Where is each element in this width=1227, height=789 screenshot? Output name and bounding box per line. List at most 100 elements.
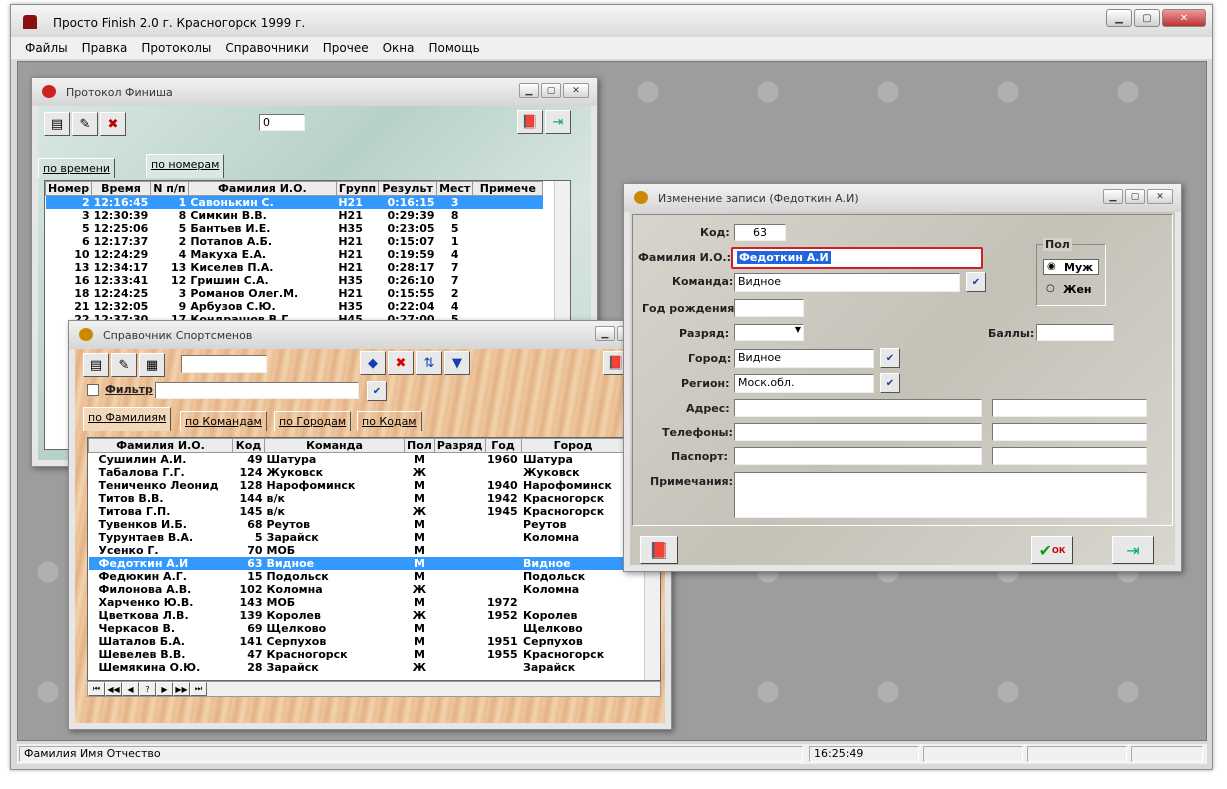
book-icon[interactable]: 📕 xyxy=(517,110,543,134)
menu-help[interactable]: Помощь xyxy=(429,41,480,55)
maximize-button[interactable]: ▢ xyxy=(1134,9,1160,27)
notes-field[interactable] xyxy=(734,472,1147,518)
sportsmen-row[interactable]: Тувенков И.Б. 68 Реутов М Реутов xyxy=(89,518,626,531)
city-field[interactable]: Видное xyxy=(734,349,874,368)
finish-col-header[interactable]: Результ xyxy=(378,181,438,196)
minimize-button[interactable]: ▁ xyxy=(1106,9,1132,27)
finish-col-header[interactable]: N п/п xyxy=(149,181,189,196)
exit-icon[interactable]: ⇥ xyxy=(545,110,571,134)
sportsmen-row[interactable]: Титова Г.П. 145 в/к Ж 1945 Красногорск xyxy=(89,505,626,518)
sportsmen-row[interactable]: Цветкова Л.В. 139 Королев Ж 1952 Королев xyxy=(89,609,626,622)
diamond-icon[interactable]: ◆ xyxy=(360,351,386,375)
sportsmen-row[interactable]: Тениченко Леонид 128 Нарофоминск М 1940 Нароф… xyxy=(89,479,626,492)
finish-row[interactable]: 6 12:17:37 2 Потапов А.Б. H21 0:15:07 1 xyxy=(46,235,543,248)
sportsmen-row[interactable]: Усенко Г. 70 МОБ М xyxy=(89,544,626,557)
finish-close-button[interactable]: ✕ xyxy=(563,83,589,98)
filter-apply-icon[interactable]: ✔ xyxy=(367,381,387,401)
nav-button[interactable]: ◀◀ xyxy=(105,682,122,696)
phones-field-1[interactable] xyxy=(734,423,982,441)
menu-files[interactable]: Файлы xyxy=(25,41,68,55)
finish-col-header[interactable]: Время xyxy=(91,181,151,196)
sportsmen-grid[interactable]: Фамилия И.О. Код Команда Пол Разряд Год Город … xyxy=(87,437,661,681)
search-input[interactable] xyxy=(181,355,267,373)
sportsmen-row[interactable]: Титов В.В. 144 в/к М 1942 Красногорск xyxy=(89,492,626,505)
nav-button[interactable]: ⏮ xyxy=(88,682,105,696)
sportsmen-row[interactable]: Турунтаев В.А. 5 Зарайск М Коломна xyxy=(89,531,626,544)
finish-maximize-button[interactable]: ▢ xyxy=(541,83,561,98)
filter-checkbox[interactable] xyxy=(87,384,99,396)
nav-button[interactable]: ? xyxy=(139,682,156,696)
finish-row[interactable]: 13 12:34:17 13 Киселев П.А. H21 0:28:17 7 xyxy=(46,261,543,274)
team-lookup-icon[interactable]: ✔ xyxy=(966,272,986,292)
edit-exit-icon[interactable]: ⇥ xyxy=(1112,536,1154,564)
sportsmen-col-header[interactable]: Год xyxy=(484,438,522,453)
sportsmen-row[interactable]: Федоткин А.И 63 Видное М Видное xyxy=(88,557,626,570)
tab-by-code[interactable]: по Кодам xyxy=(357,411,422,431)
sex-male-radio[interactable]: ◉ Муж xyxy=(1043,259,1099,275)
sportsmen-col-header[interactable]: Команда xyxy=(264,438,405,453)
nav-button[interactable]: ⏭ xyxy=(190,682,207,696)
sportsmen-col-header[interactable]: Город xyxy=(520,438,626,453)
nav-button[interactable]: ◀ xyxy=(122,682,139,696)
tab-by-city[interactable]: по Городам xyxy=(274,411,352,431)
new-record-icon[interactable]: ▤ xyxy=(44,112,70,136)
delete-record-icon[interactable]: ✖ xyxy=(100,112,126,136)
sex-female-radio[interactable]: ○ Жен xyxy=(1043,282,1099,298)
code-field[interactable]: 63 xyxy=(734,224,786,241)
sort-icon[interactable]: ⇅ xyxy=(416,351,442,375)
nav-button[interactable]: ▶▶ xyxy=(173,682,190,696)
city-lookup-icon[interactable]: ✔ xyxy=(880,348,900,368)
finish-row[interactable]: 18 12:24:25 3 Романов Олег.М. H21 0:15:55 2 xyxy=(46,287,543,300)
finish-col-header[interactable]: Номер xyxy=(45,181,93,196)
edit-book-icon[interactable]: 📕 xyxy=(640,536,678,564)
points-field[interactable] xyxy=(1036,324,1114,341)
finish-col-header[interactable]: Групп xyxy=(335,181,380,196)
add-sportsman-icon[interactable]: ▤ xyxy=(83,353,109,377)
sportsmen-col-header[interactable]: Пол xyxy=(404,438,435,453)
region-lookup-icon[interactable]: ✔ xyxy=(880,373,900,393)
sportsmen-row[interactable]: Харченко Ю.В. 143 МОБ М 1972 xyxy=(89,596,626,609)
close-button[interactable]: ✕ xyxy=(1162,9,1206,27)
remove-icon[interactable]: ✖ xyxy=(388,351,414,375)
sportsmen-col-header[interactable]: Разряд xyxy=(433,438,486,453)
finish-row[interactable]: 10 12:24:29 4 Макуха Е.А. H21 0:19:59 4 xyxy=(46,248,543,261)
menu-other[interactable]: Прочее xyxy=(323,41,369,55)
name-field[interactable]: Федоткин А.И xyxy=(731,247,983,269)
sportsmen-col-header[interactable]: Код xyxy=(232,438,265,453)
menu-edit[interactable]: Правка xyxy=(82,41,128,55)
nav-button[interactable]: ▶ xyxy=(156,682,173,696)
tab-by-time[interactable]: по времени xyxy=(38,158,116,178)
menu-protocols[interactable]: Протоколы xyxy=(141,41,211,55)
finish-col-header[interactable]: Фамилия И.О. xyxy=(187,181,337,196)
tab-by-number[interactable]: по номерам xyxy=(146,154,225,178)
finish-row[interactable]: 21 12:32:05 9 Арбузов С.Ю. H35 0:22:04 4 xyxy=(46,300,543,313)
counter-field[interactable]: 0 xyxy=(259,114,305,131)
sportsmen-row[interactable]: Филонова А.В. 102 Коломна Ж Коломна xyxy=(89,583,626,596)
ok-button[interactable]: ✔ ОК xyxy=(1031,536,1073,564)
edit-record-icon[interactable]: ✎ xyxy=(72,112,98,136)
sportsmen-row[interactable]: Федюкин А.Г. 15 Подольск М Подольск xyxy=(89,570,626,583)
tab-by-team[interactable]: по Командам xyxy=(180,411,267,431)
sportsmen-row[interactable]: Табалова Г.Г. 124 Жуковск Ж Жуковск xyxy=(89,466,626,479)
team-field[interactable]: Видное xyxy=(734,273,960,292)
finish-row[interactable]: 5 12:25:06 5 Бантьев И.Е. H35 0:23:05 5 xyxy=(46,222,543,235)
finish-row[interactable]: 16 12:33:41 12 Гришин С.А. H35 0:26:10 7 xyxy=(46,274,543,287)
sportsmen-row[interactable]: Шемякина О.Ю. 28 Зарайск Ж Зарайск xyxy=(89,661,626,674)
edit-maximize-button[interactable]: ▢ xyxy=(1125,189,1145,204)
sportsmen-row[interactable]: Шевелев В.В. 47 Красногорск М 1955 Красногорс… xyxy=(89,648,626,661)
edit-close-button[interactable]: ✕ xyxy=(1147,189,1173,204)
sportsmen-row[interactable]: Шаталов Б.А. 141 Серпухов М 1951 Серпухов xyxy=(89,635,626,648)
rank-select[interactable]: ▼ xyxy=(734,324,804,341)
edit-minimize-button[interactable]: ▁ xyxy=(1103,189,1123,204)
filter-icon[interactable]: ▼ xyxy=(444,351,470,375)
region-field[interactable]: Моск.обл. xyxy=(734,374,874,393)
tab-by-surname[interactable]: по Фамилиям xyxy=(83,407,172,431)
finish-col-header[interactable]: Примече xyxy=(472,181,544,196)
finish-minimize-button[interactable]: ▁ xyxy=(519,83,539,98)
birth-field[interactable] xyxy=(734,299,804,317)
print-icon[interactable]: ▦ xyxy=(139,353,165,377)
sportsmen-col-header[interactable]: Фамилия И.О. xyxy=(88,438,233,453)
sportsmen-row[interactable]: Черкасов В. 69 Щелково М Щелково xyxy=(89,622,626,635)
address-field-2[interactable] xyxy=(992,399,1147,417)
sportsmen-minimize-button[interactable]: ▁ xyxy=(595,326,615,341)
